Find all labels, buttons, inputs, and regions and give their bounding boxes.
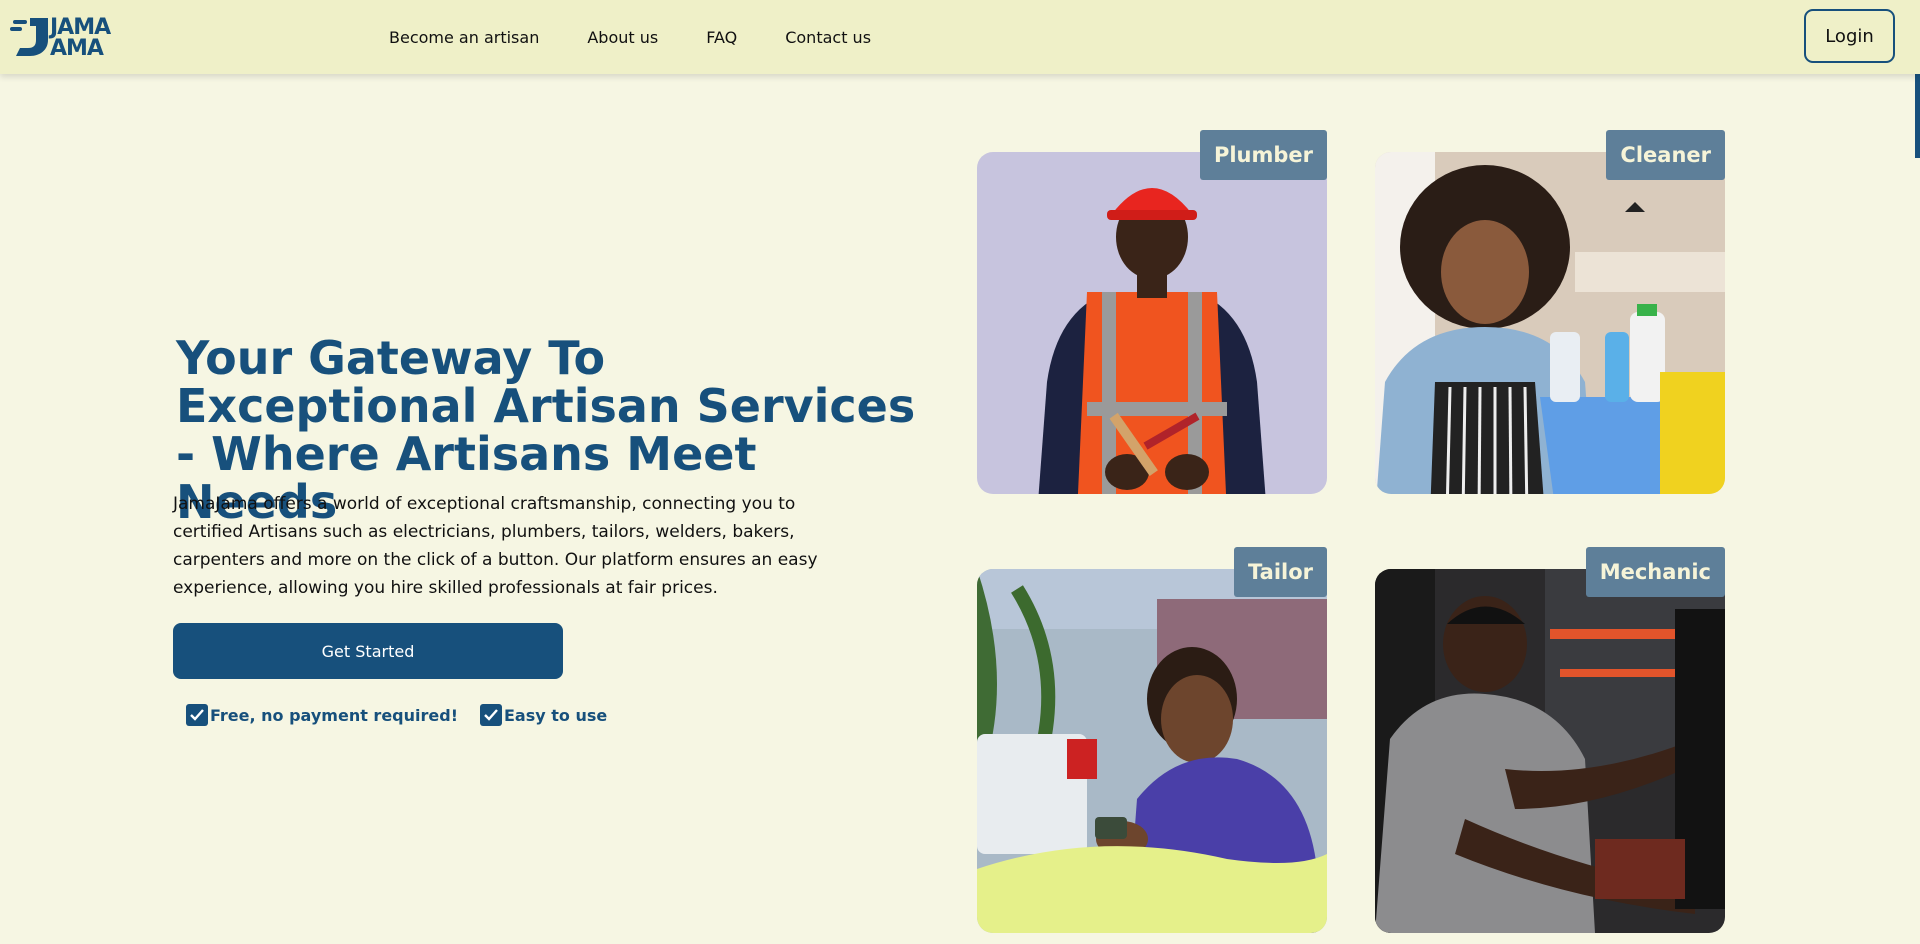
checkbox-checked-icon (479, 704, 502, 726)
cleaner-photo (1375, 152, 1725, 494)
card-tag: Tailor (1234, 547, 1327, 597)
feature-label: Easy to use (503, 705, 608, 725)
artisan-card-mechanic[interactable]: Mechanic (1375, 547, 1725, 933)
nav-become-artisan[interactable]: Become an artisan (389, 28, 539, 47)
site-header: JAMA AMA Become an artisan About us FAQ … (0, 0, 1920, 74)
nav-contact-us[interactable]: Contact us (785, 28, 871, 47)
feature-list: Free, no payment required! Easy to use (186, 704, 607, 726)
card-tag: Mechanic (1585, 547, 1725, 597)
feature-label: Free, no payment required! (210, 705, 458, 725)
plumber-photo (977, 152, 1327, 494)
mechanic-photo (1375, 569, 1725, 933)
hero-description: JamaJama offers a world of exceptional c… (173, 494, 818, 598)
get-started-button[interactable]: Get Started (173, 623, 563, 679)
feature-item: Easy to use (479, 704, 608, 726)
nav-about-us[interactable]: About us (587, 28, 658, 47)
artisan-card-tailor[interactable]: Tailor (977, 547, 1327, 933)
card-tag: Plumber (1199, 130, 1327, 180)
artisan-card-cleaner[interactable]: Cleaner (1375, 130, 1725, 494)
logo-line-1: JAMA (50, 15, 111, 40)
card-tag: Cleaner (1606, 130, 1725, 180)
login-button[interactable]: Login (1804, 9, 1895, 63)
main-nav: Become an artisan About us FAQ Contact u… (389, 0, 919, 74)
nav-faq[interactable]: FAQ (706, 28, 737, 47)
logo-wordmark: JAMA AMA (50, 15, 111, 61)
checkbox-checked-icon (186, 704, 208, 726)
logo-line-2: AMA (50, 36, 104, 61)
feature-item: Free, no payment required! (186, 704, 458, 726)
jamajama-logo[interactable]: JAMA AMA (10, 12, 120, 64)
artisan-card-plumber[interactable]: Plumber (977, 130, 1327, 494)
tailor-photo (977, 569, 1327, 933)
